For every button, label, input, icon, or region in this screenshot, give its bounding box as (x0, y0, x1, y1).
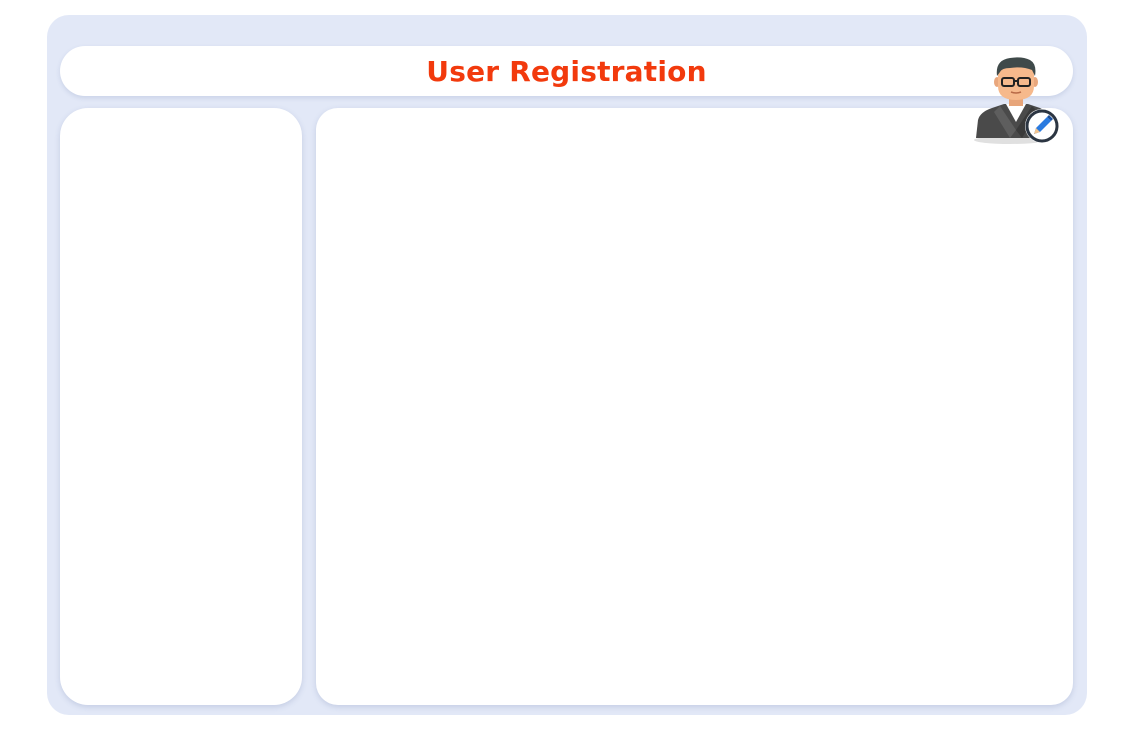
main-panel (316, 108, 1073, 705)
pencil-icon[interactable] (1025, 109, 1059, 143)
left-panel (60, 108, 302, 705)
user-edit-icon[interactable] (970, 56, 1064, 150)
header-bar: User Registration (60, 46, 1073, 96)
page-title: User Registration (426, 55, 707, 88)
